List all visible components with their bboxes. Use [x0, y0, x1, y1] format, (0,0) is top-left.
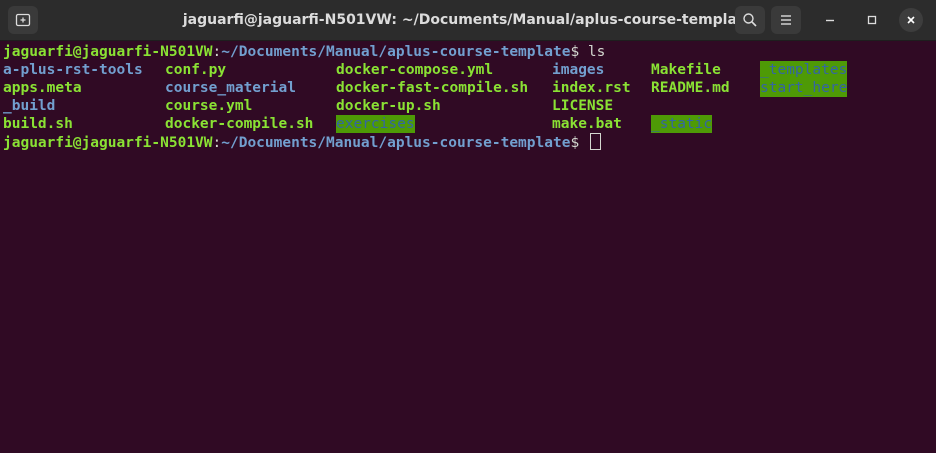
ls-row: build.sh docker-compile.sh exercises make.b… — [3, 115, 936, 133]
new-tab-button[interactable] — [8, 6, 38, 34]
file-entry: docker-fast-compile.sh — [336, 80, 529, 96]
ls-row: _build course.yml docker-up.sh LICENSE — [3, 97, 936, 115]
terminal-output[interactable]: jaguarfi@jaguarfi-N501VW:~/Documents/Man… — [3, 43, 936, 453]
command-text — [579, 135, 588, 151]
prompt-symbol: $ — [570, 44, 580, 60]
file-entry: exercises — [336, 115, 415, 133]
minimize-icon — [826, 19, 834, 22]
file-entry: course_material — [165, 80, 296, 96]
file-entry: README.md — [651, 80, 730, 96]
ls-output: a-plus-rst-tools conf.py docker-compose.ym… — [3, 61, 936, 133]
ls-row: a-plus-rst-tools conf.py docker-compose.ym… — [3, 61, 936, 79]
file-entry: LICENSE — [552, 98, 614, 114]
file-entry: images — [552, 62, 605, 78]
text-cursor — [589, 133, 601, 150]
prompt-line: jaguarfi@jaguarfi-N501VW:~/Documents/Man… — [3, 133, 936, 151]
prompt-symbol: $ — [570, 135, 580, 151]
prompt-path: ~/Documents/Manual/aplus-course-template — [221, 135, 571, 151]
file-entry: docker-up.sh — [336, 98, 441, 114]
menu-button[interactable] — [771, 6, 801, 34]
file-entry: make.bat — [552, 116, 622, 132]
maximize-button[interactable] — [860, 8, 884, 32]
ls-row: apps.meta course_material docker-fast-comp… — [3, 79, 936, 97]
file-entry: docker-compile.sh — [165, 116, 314, 132]
hamburger-menu-icon — [781, 15, 791, 25]
search-button[interactable] — [735, 6, 765, 34]
search-icon — [743, 13, 757, 27]
file-entry: start_here — [760, 79, 848, 97]
title-bar[interactable]: jaguarfi@jaguarfi-N501VW: ~/Documents/Ma… — [0, 0, 936, 41]
prompt-user-host: jaguarfi@jaguarfi-N501VW — [3, 44, 213, 60]
file-entry: _build — [3, 98, 56, 114]
command-text: ls — [579, 44, 606, 60]
file-entry: _templates — [760, 61, 848, 79]
minimize-button[interactable] — [818, 8, 842, 32]
prompt-line: jaguarfi@jaguarfi-N501VW:~/Documents/Man… — [3, 43, 936, 61]
terminal-window: jaguarfi@jaguarfi-N501VW: ~/Documents/Ma… — [0, 0, 936, 453]
file-entry: a-plus-rst-tools — [3, 62, 143, 78]
file-entry: conf.py — [165, 62, 227, 78]
file-entry: apps.meta — [3, 80, 82, 96]
prompt-separator: : — [212, 44, 222, 60]
maximize-icon — [867, 15, 877, 25]
file-entry: docker-compose.yml — [336, 62, 494, 78]
file-entry: build.sh — [3, 116, 73, 132]
file-entry: _static — [651, 115, 713, 133]
prompt-path: ~/Documents/Manual/aplus-course-template — [221, 44, 571, 60]
prompt-separator: : — [212, 135, 222, 151]
new-tab-icon — [15, 13, 31, 27]
close-icon — [907, 16, 915, 24]
prompt-user-host: jaguarfi@jaguarfi-N501VW — [3, 135, 213, 151]
file-entry: Makefile — [651, 62, 721, 78]
close-button[interactable] — [899, 8, 923, 32]
file-entry: course.yml — [165, 98, 253, 114]
file-entry: index.rst — [552, 80, 631, 96]
